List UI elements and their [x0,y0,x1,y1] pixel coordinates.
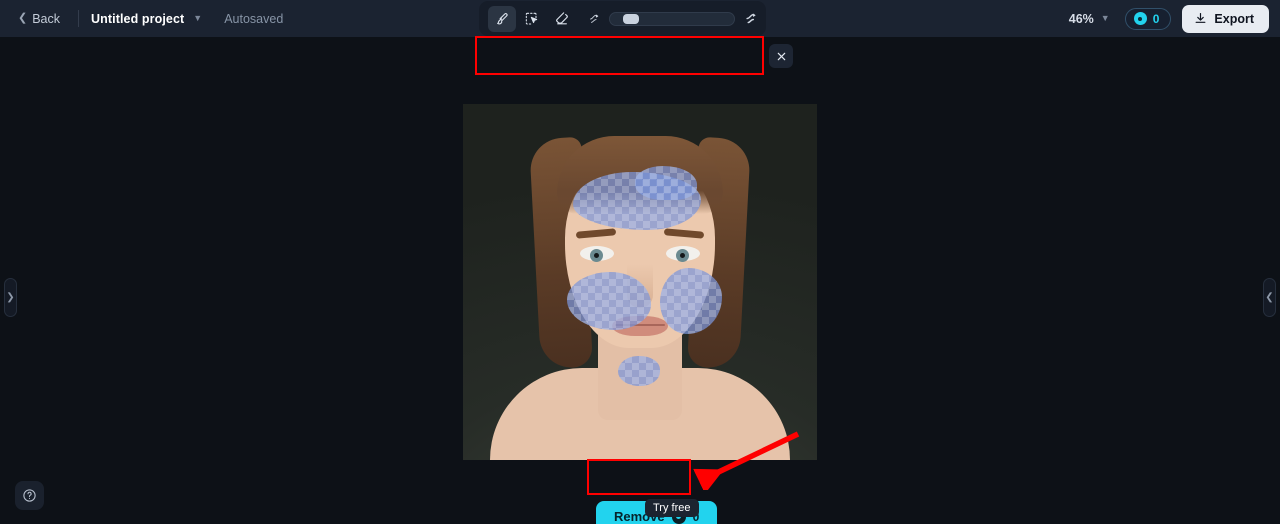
edit-toolbar [479,1,766,36]
brush-size-small-icon [587,12,601,26]
mask-cheek-right[interactable] [660,268,722,334]
brush-size-slider-group [587,11,758,26]
help-button[interactable] [15,481,44,510]
chevron-down-icon[interactable]: ▼ [193,14,202,23]
header-right-group: 46% ▼ 0 Export [1065,0,1269,37]
credits-badge[interactable]: 0 [1124,7,1172,30]
export-button-label: Export [1214,11,1254,26]
image-canvas[interactable] [463,104,817,460]
object-select-tool-button[interactable] [518,6,546,32]
mask-forehead[interactable] [573,172,701,230]
brush-size-slider-thumb[interactable] [622,13,639,24]
export-button[interactable]: Export [1182,4,1269,33]
chevron-down-icon: ▼ [1100,13,1110,23]
autosaved-status: Autosaved [224,11,284,26]
chevron-right-icon: ❯ [6,292,15,303]
credits-count: 0 [1152,11,1160,26]
mask-chin[interactable] [618,356,660,386]
chevron-left-icon: ❮ [18,12,28,24]
eraser-tool-button[interactable] [548,6,576,32]
brush-size-large-icon [743,11,758,26]
close-toolbar-button[interactable] [769,44,793,68]
mask-cheek-left[interactable] [567,272,651,330]
brush-size-slider[interactable] [609,11,735,26]
header-left-group: ❮ Back Untitled project ▼ Autosaved [0,8,283,30]
header-divider [78,10,80,27]
eraser-icon [556,11,568,24]
canvas-area[interactable]: ❯ ❮ Remove 0 Try free [0,37,1280,524]
try-free-tooltip: Try free [645,499,699,517]
brush-tool-button[interactable] [488,5,516,32]
brush-icon [497,12,508,24]
project-title: Untitled project [91,11,185,26]
chevron-left-icon: ❮ [1265,292,1274,303]
download-icon [1195,13,1206,23]
back-button-label: Back [32,11,61,26]
zoom-control[interactable]: 46% ▼ [1065,9,1114,29]
editor-window: ❮ Back Untitled project ▼ Autosaved 46% … [0,0,1280,524]
credit-coin-icon [1133,12,1147,25]
close-icon [777,52,785,60]
right-panel-handle[interactable]: ❮ [1263,278,1276,317]
selection-mask-layer[interactable] [463,104,817,460]
cursor-select-icon [525,12,538,25]
back-button[interactable]: ❮ Back [12,8,66,30]
left-panel-handle[interactable]: ❯ [4,278,17,317]
zoom-level-value: 46% [1068,11,1094,26]
question-mark-icon [23,489,36,502]
